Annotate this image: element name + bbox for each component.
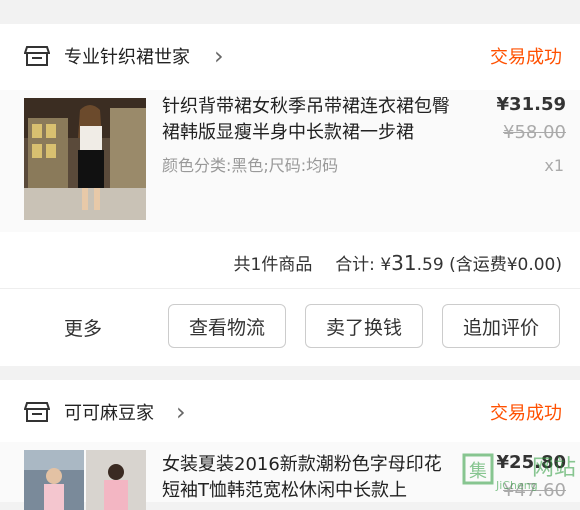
- currency-symbol: ¥: [380, 255, 392, 275]
- chevron-right-icon: ›: [214, 42, 224, 70]
- watermark-suffix: 网站: [532, 456, 576, 481]
- product-title[interactable]: 女装夏装2016新款潮粉色字母印花短袖T恤韩范宽松休闲中长款上: [162, 452, 454, 504]
- item-count: 共1件商品: [233, 255, 313, 275]
- product-image[interactable]: [86, 450, 146, 510]
- product-price: ¥31.59: [496, 94, 566, 115]
- product-title[interactable]: 针织背带裙女秋季吊带裙连衣裙包臀裙韩版显瘦半身中长款裙一步裙: [162, 94, 454, 146]
- add-review-button[interactable]: 追加评价: [442, 304, 560, 348]
- product-image[interactable]: [24, 98, 146, 220]
- shop-header[interactable]: 可可麻豆家 › 交易成功: [0, 392, 580, 432]
- resell-button[interactable]: 卖了换钱: [305, 304, 423, 348]
- shop-name[interactable]: 专业针织裙世家: [64, 43, 190, 69]
- total-decimal: .59: [416, 255, 444, 275]
- order-status: 交易成功: [490, 403, 562, 424]
- product-spec: 颜色分类:黑色;尺码:均码: [162, 156, 339, 175]
- shipping-fee: (含运费¥0.00): [449, 255, 562, 275]
- order-status: 交易成功: [490, 47, 562, 68]
- total-label: 合计:: [335, 255, 375, 275]
- shop-icon: [24, 46, 50, 66]
- watermark-glyph: 集: [469, 461, 487, 482]
- item-row[interactable]: 针织背带裙女秋季吊带裙连衣裙包臀裙韩版显瘦半身中长款裙一步裙 颜色分类:黑色;尺…: [0, 90, 580, 232]
- shop-name[interactable]: 可可麻豆家: [64, 399, 154, 425]
- order-summary: 共1件商品 合计: ¥31.59 (含运费¥0.00): [234, 250, 562, 275]
- watermark-logo: 集 JiCheng 网站: [462, 453, 578, 493]
- original-price: ¥58.00: [503, 122, 566, 143]
- total-integer: 31: [391, 251, 417, 275]
- shop-icon: [24, 402, 50, 422]
- view-logistics-button[interactable]: 查看物流: [168, 304, 286, 348]
- divider: [0, 288, 580, 289]
- chevron-right-icon: ›: [176, 398, 186, 426]
- product-image[interactable]: [24, 450, 84, 510]
- order-card: 专业针织裙世家 › 交易成功 针织背带裙女秋季吊带裙连衣裙包臀裙韩版显瘦半身中长…: [0, 24, 580, 366]
- shop-header[interactable]: 专业针织裙世家 › 交易成功: [0, 36, 580, 76]
- more-button[interactable]: 更多: [64, 314, 102, 341]
- product-quantity: x1: [544, 156, 564, 175]
